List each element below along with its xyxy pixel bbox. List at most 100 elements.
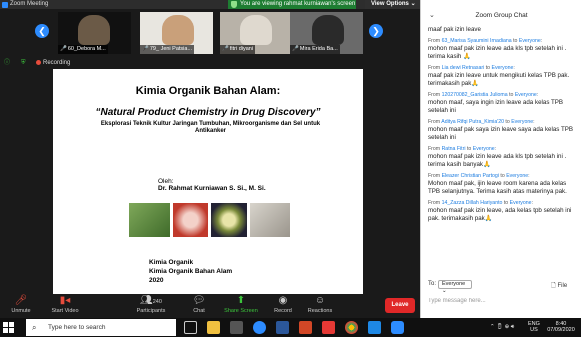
taskbar-search-box[interactable]: ⌕ Type here to search	[26, 319, 176, 336]
participants-button[interactable]: 👥︎240 Participants	[132, 295, 170, 317]
chat-header: ⌄ Zoom Group Chat	[421, 10, 581, 22]
chat-messages[interactable]: maaf pak izin leave From 63_Marisa Syaum…	[428, 26, 578, 278]
chat-sender[interactable]: Lia dewi Retnasari	[442, 65, 485, 71]
windows-logo-icon	[3, 322, 8, 327]
store-icon[interactable]	[230, 321, 243, 334]
share-screen-icon: ⬆	[236, 295, 246, 306]
file-button[interactable]: 🗋 File	[551, 281, 567, 291]
slide-course-line: Kimia Organik Bahan Alam	[149, 268, 233, 275]
to-word: to	[500, 173, 505, 179]
view-options-button[interactable]: View Options ⌄	[365, 0, 420, 9]
viewing-screen-banner: You are viewing rahmat kurniawan's scree…	[228, 0, 356, 9]
security-shield-icon[interactable]: ⛨	[21, 57, 26, 69]
gallery-prev-arrow[interactable]: ❮	[35, 24, 49, 38]
muted-mic-icon: 🎤	[292, 46, 299, 52]
from-prefix: From	[428, 65, 441, 71]
slide-course-line: 2020	[149, 277, 164, 284]
gallery-next-arrow[interactable]: ❯	[369, 24, 383, 38]
language-indicator[interactable]: ENG US	[528, 321, 540, 337]
chat-message-text: mohon maaf pak izin leave ada kls tpb se…	[428, 153, 567, 168]
chat-message-input[interactable]	[428, 296, 576, 306]
smiley-icon: ☺	[314, 295, 326, 306]
chat-message: From Ratna Fitri to Everyone: mohon maaf…	[428, 146, 578, 169]
app-icon[interactable]	[368, 321, 381, 334]
search-icon: ⌕	[32, 323, 37, 332]
file-icon: 🗋	[551, 283, 556, 289]
clock-date: 07/09/2020	[547, 327, 575, 333]
chevron-down-icon[interactable]: ⌄	[429, 10, 435, 22]
recording-label: Recording	[43, 60, 71, 66]
participant-tile[interactable]: 🎤60_Debora M...	[58, 12, 131, 54]
chat-sender[interactable]: 14_Zazza Dillah Hariyanto	[442, 200, 503, 206]
slide-author: Dr. Rahmat Kurniawan S. Si., M. Si.	[158, 185, 266, 192]
to-word: to	[466, 146, 472, 152]
slide-course-line: Kimia Organik	[149, 259, 194, 266]
slide-oleh: Oleh:	[158, 178, 174, 185]
shield-icon	[231, 1, 237, 8]
chat-sender[interactable]: 120270082_Garistia Julioma	[442, 92, 508, 98]
chat-message-text: mohon maaf pak saya izin leave saya ada …	[428, 126, 574, 141]
meeting-status-row: ⓘ ⛨ Recording	[0, 57, 420, 69]
view-options-label: View Options	[371, 1, 409, 7]
task-view-icon[interactable]	[184, 321, 197, 334]
participant-tile[interactable]: 🎤Mira Erida Ba...	[290, 12, 363, 54]
start-video-button[interactable]: ▮◂ Start Video	[44, 295, 86, 317]
participant-tile[interactable]: 🎤fitri diyani	[220, 12, 293, 54]
zoom-taskbar-icon[interactable]	[253, 321, 266, 334]
chat-message-text: maaf pak izin leave	[428, 26, 481, 33]
powerpoint-icon[interactable]	[299, 321, 312, 334]
chrome-icon[interactable]	[345, 321, 358, 334]
chat-recipient: Everyone	[511, 119, 534, 125]
pdf-reader-icon[interactable]	[322, 321, 335, 334]
participant-name: fitri diyani	[229, 46, 254, 52]
participants-icon: 👥︎240	[140, 295, 162, 306]
mic-off-icon: 🎤︎	[14, 295, 28, 306]
chat-button[interactable]: 💬︎ Chat	[189, 295, 209, 317]
system-tray-icons[interactable]: ⌃ 🔋︎ ⊕ 🔊︎	[490, 318, 514, 337]
chat-message: From 14_Zazza Dillah Hariyanto to Everyo…	[428, 200, 578, 223]
chat-recipient: Everyone	[506, 173, 529, 179]
from-prefix: From	[428, 200, 441, 206]
participant-tile[interactable]: 🎤79_ Jeni Patsia...	[140, 12, 213, 54]
chat-recipient-select[interactable]: Everyone ⌄	[438, 280, 472, 294]
participant-name: Mira Erida Ba...	[299, 46, 338, 52]
reactions-button[interactable]: ☺ Reactions	[305, 295, 335, 317]
slide-description: Eksplorasi Teknik Kultur Jaringan Tumbuh…	[100, 121, 321, 134]
muted-mic-icon: 🎤	[60, 46, 67, 52]
chat-sender[interactable]: 63_Marisa Syaumini Irnadiana	[442, 38, 512, 44]
shared-screen-slide: Kimia Organik Bahan Alam: “Natural Produ…	[53, 69, 363, 294]
chat-sender[interactable]: Aditya Rifqi Putra_Kimia'20	[441, 119, 504, 125]
word-icon[interactable]	[276, 321, 289, 334]
chat-recipient: Everyone	[509, 200, 532, 206]
participant-video	[162, 15, 194, 45]
muted-mic-icon: 🎤	[142, 46, 149, 52]
screen: Zoom Meeting You are viewing rahmat kurn…	[0, 0, 581, 337]
zoom-meeting-taskbar-icon[interactable]	[391, 321, 404, 334]
chat-message: From Aditya Rifqi Putra_Kimia'20 to Ever…	[428, 119, 578, 142]
chat-icon: 💬︎	[192, 295, 206, 306]
chat-recipient: Everyone	[518, 38, 541, 44]
participant-name: 79_ Jeni Patsia...	[149, 46, 193, 52]
to-word: to	[505, 119, 510, 125]
share-screen-button[interactable]: ⬆ Share Screen	[222, 295, 260, 317]
record-label: Record	[274, 308, 292, 314]
search-placeholder: Type here to search	[48, 324, 106, 331]
info-icon[interactable]: ⓘ	[4, 57, 10, 69]
file-explorer-icon[interactable]	[207, 321, 220, 334]
leave-button[interactable]: Leave	[385, 298, 415, 313]
clock[interactable]: 8:40 07/09/2020	[546, 321, 576, 337]
record-button[interactable]: ◉ Record	[271, 295, 295, 317]
windows-start-button[interactable]	[3, 322, 14, 333]
chevron-down-icon: ⌄	[442, 288, 447, 294]
participant-video	[312, 15, 344, 45]
from-prefix: From	[428, 38, 441, 44]
chat-title: Zoom Group Chat	[475, 12, 528, 19]
unmute-label: Unmute	[11, 308, 31, 314]
chat-message: maaf pak izin leave	[428, 26, 578, 34]
to-word: to	[485, 65, 491, 71]
from-prefix: From	[428, 173, 441, 179]
participants-count: 240	[152, 299, 162, 305]
chat-sender[interactable]: Eleazer Christian Partogi	[442, 173, 499, 179]
chat-sender[interactable]: Ratna Fitri	[442, 146, 466, 152]
unmute-button[interactable]: 🎤︎ Unmute	[6, 295, 36, 317]
